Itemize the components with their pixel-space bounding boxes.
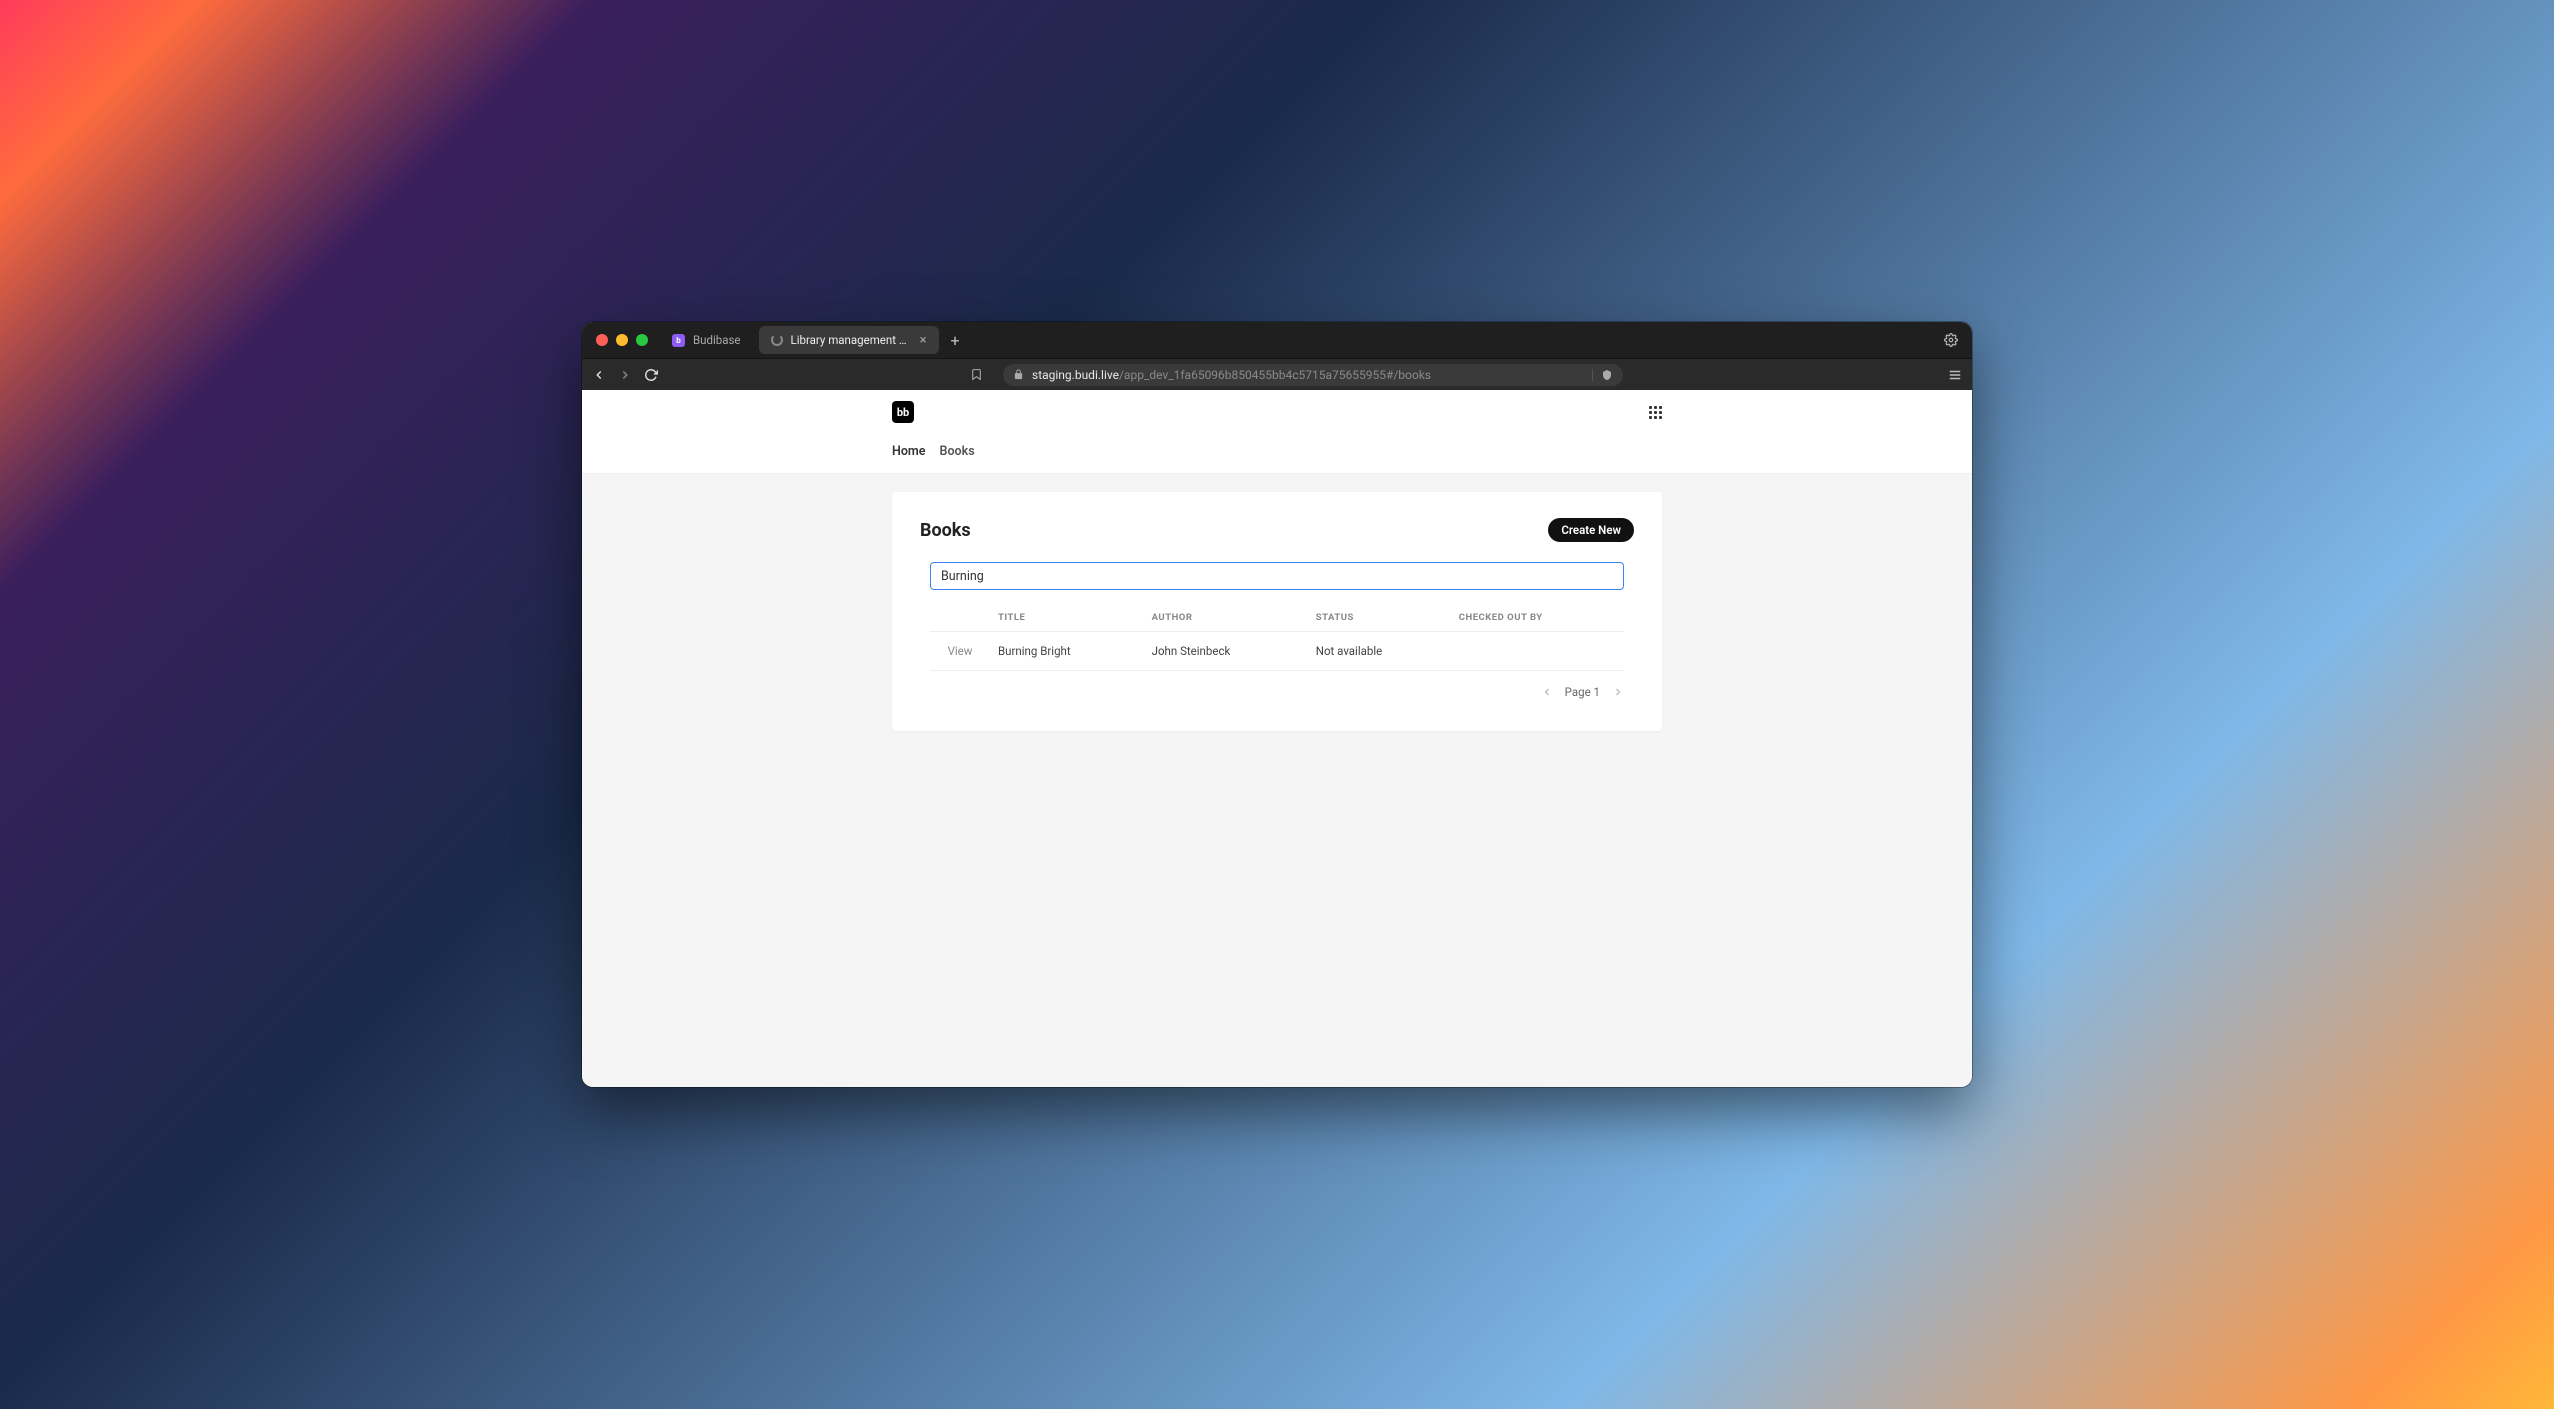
budibase-favicon-icon: b — [672, 334, 685, 347]
minimize-window-button[interactable] — [616, 334, 628, 346]
app-viewport: bb Home Books Books Create New — [582, 390, 1972, 1087]
tab-title: Library management app — [791, 333, 912, 347]
nav-home[interactable]: Home — [892, 444, 926, 459]
bookmark-icon[interactable] — [970, 368, 983, 381]
tab-bar: b Budibase Library management app × + — [582, 322, 1972, 358]
view-link[interactable]: View — [948, 644, 973, 658]
shield-icon[interactable] — [1592, 369, 1613, 381]
url-input[interactable]: staging.budi.live/app_dev_1fa65096b85045… — [1003, 364, 1623, 386]
nav-books[interactable]: Books — [940, 444, 975, 459]
close-window-button[interactable] — [596, 334, 608, 346]
close-tab-icon[interactable]: × — [920, 334, 927, 347]
page-title: Books — [920, 520, 971, 541]
cell-status: Not available — [1308, 632, 1451, 671]
cell-checked-out-by — [1451, 632, 1624, 671]
tab-budibase[interactable]: b Budibase — [660, 326, 753, 354]
maximize-window-button[interactable] — [636, 334, 648, 346]
cell-author: John Steinbeck — [1144, 632, 1308, 671]
hamburger-menu-icon[interactable] — [1948, 368, 1962, 382]
tab-library-app[interactable]: Library management app × — [759, 326, 939, 354]
prev-page-icon[interactable] — [1541, 686, 1553, 698]
page-indicator: Page 1 — [1565, 685, 1600, 699]
window-controls — [590, 334, 654, 346]
cell-title: Burning Bright — [990, 632, 1144, 671]
apps-grid-icon[interactable] — [1649, 406, 1662, 419]
col-view — [930, 606, 990, 632]
back-button[interactable] — [592, 368, 606, 382]
lock-icon — [1013, 369, 1024, 380]
search-input[interactable] — [930, 562, 1624, 590]
next-page-icon[interactable] — [1612, 686, 1624, 698]
new-tab-button[interactable]: + — [945, 331, 966, 350]
address-bar: staging.budi.live/app_dev_1fa65096b85045… — [582, 358, 1972, 390]
table-row: View Burning Bright John Steinbeck Not a… — [930, 632, 1624, 671]
app-header: bb Home Books — [582, 390, 1972, 474]
create-new-button[interactable]: Create New — [1548, 518, 1634, 542]
books-card: Books Create New TITLE AUTHOR STATUS CHE… — [892, 492, 1662, 731]
forward-button[interactable] — [618, 368, 632, 382]
col-checked-out-by: CHECKED OUT BY — [1451, 606, 1624, 632]
url-text: staging.budi.live/app_dev_1fa65096b85045… — [1032, 368, 1431, 382]
col-status: STATUS — [1308, 606, 1451, 632]
browser-settings-icon[interactable] — [1944, 333, 1958, 347]
browser-window: b Budibase Library management app × + — [582, 322, 1972, 1087]
app-logo[interactable]: bb — [892, 401, 914, 423]
col-author: AUTHOR — [1144, 606, 1308, 632]
app-nav: Home Books — [892, 434, 1662, 473]
books-table: TITLE AUTHOR STATUS CHECKED OUT BY View … — [930, 606, 1624, 671]
loading-spinner-icon — [771, 334, 783, 346]
table-header-row: TITLE AUTHOR STATUS CHECKED OUT BY — [930, 606, 1624, 632]
reload-button[interactable] — [644, 368, 658, 382]
col-title: TITLE — [990, 606, 1144, 632]
pagination: Page 1 — [920, 671, 1634, 699]
tab-title: Budibase — [693, 333, 741, 347]
